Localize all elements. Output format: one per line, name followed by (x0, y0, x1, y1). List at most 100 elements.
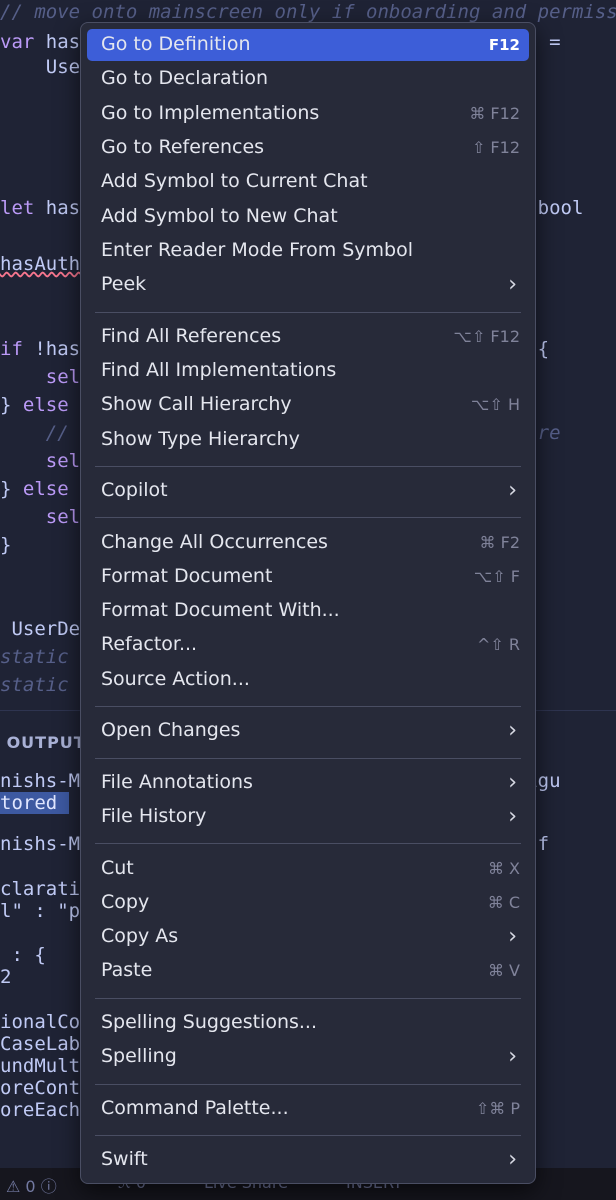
code-line: ionalCon (0, 1010, 92, 1034)
code-line: oreEach (0, 1098, 80, 1122)
menu-separator (95, 706, 521, 708)
menu-item-file-annotations[interactable]: File Annotations › (87, 767, 529, 799)
menu-separator (95, 517, 521, 519)
code-token: static (0, 646, 69, 668)
context-menu: Go to Definition F12 Go to Declaration Go t… (80, 22, 536, 1184)
keyboard-shortcut: ⌥⇧ F12 (453, 326, 521, 346)
menu-item-label: Open Changes (101, 719, 241, 742)
code-line: sel (0, 449, 80, 473)
chevron-right-icon: › (508, 924, 517, 950)
code-line: sel (0, 505, 80, 529)
code-token: if (0, 338, 23, 360)
menu-item-cut[interactable]: Cut ⌘ X (87, 853, 529, 885)
menu-item-label: Show Call Hierarchy (101, 393, 292, 416)
menu-item-go-to-definition[interactable]: Go to Definition F12 (87, 29, 529, 61)
menu-item-file-history[interactable]: File History › (87, 801, 529, 833)
menu-item-peek[interactable]: Peek › (87, 269, 529, 301)
keyboard-shortcut: ⌘ C (487, 892, 520, 912)
code-token: sel (0, 366, 81, 388)
chevron-right-icon: › (508, 1147, 517, 1173)
code-token: oreCont (0, 1077, 81, 1099)
code-line: CaseLabe (0, 1032, 92, 1056)
code-token: // (0, 422, 81, 444)
keyboard-shortcut: ⌘ F12 (469, 103, 520, 123)
menu-item-label: Add Symbol to Current Chat (101, 170, 368, 193)
menu-item-go-to-references[interactable]: Go to References ⇧ F12 (87, 132, 529, 164)
code-line: : { (0, 943, 46, 967)
code-token: // move onto mainscreen only if onboardi… (0, 1, 616, 23)
menu-item-label: Copy As (101, 925, 179, 948)
menu-item-label: Copy (101, 890, 150, 913)
menu-item-label: Format Document (101, 564, 273, 587)
menu-item-go-to-declaration[interactable]: Go to Declaration (87, 63, 529, 95)
menu-item-label: Go to Definition (101, 33, 251, 55)
menu-item-label: File History (101, 805, 207, 827)
code-token: undMult (0, 1055, 81, 1077)
menu-item-label: Show Type Hierarchy (101, 427, 300, 450)
code-line: tored (0, 791, 69, 815)
menu-item-paste[interactable]: Paste ⌘ V (87, 955, 529, 987)
chevron-right-icon: › (508, 718, 517, 744)
menu-separator (95, 997, 521, 999)
menu-item-format-document-with[interactable]: Format Document With... (87, 595, 529, 627)
menu-item-label: File Annotations (101, 770, 253, 793)
code-line: UserDe (0, 617, 80, 641)
code-token: UserDe (0, 618, 81, 640)
code-line: Use (0, 55, 80, 79)
problems-indicator[interactable]: ⚠ 0 ⓘ (6, 1173, 57, 1197)
menu-item-label: Source Action... (101, 667, 250, 690)
menu-item-spelling-suggestions[interactable]: Spelling Suggestions... (87, 1007, 529, 1039)
menu-item-add-symbol-current-chat[interactable]: Add Symbol to Current Chat (87, 166, 529, 198)
code-token: let (0, 197, 35, 219)
code-line: undMult (0, 1054, 80, 1078)
menu-item-go-to-implementations[interactable]: Go to Implementations ⌘ F12 (87, 98, 529, 130)
menu-item-copy[interactable]: Copy ⌘ C (87, 887, 529, 919)
code-line: claratio (0, 877, 92, 901)
menu-item-find-all-references[interactable]: Find All References ⌥⇧ F12 (87, 321, 529, 353)
menu-item-spelling[interactable]: Spelling › (87, 1041, 529, 1073)
menu-item-swift[interactable]: Swift › (87, 1144, 529, 1176)
code-token: 2 (0, 966, 12, 988)
code-line: // move onto mainscreen only if onboardi… (0, 0, 616, 24)
menu-item-add-symbol-new-chat[interactable]: Add Symbol to New Chat (87, 201, 529, 233)
keyboard-shortcut: ⌘ V (487, 961, 520, 981)
menu-item-find-all-implementations[interactable]: Find All Implementations (87, 355, 529, 387)
code-line: oreCont (0, 1076, 80, 1100)
code-token: CaseLabe (0, 1033, 92, 1055)
keyboard-shortcut: ⌘ X (487, 858, 520, 878)
menu-item-source-action[interactable]: Source Action... (87, 664, 529, 696)
code-token: } (0, 394, 23, 416)
code-token: !has (22, 338, 81, 360)
menu-item-label: Go to Implementations (101, 101, 320, 124)
menu-item-show-call-hierarchy[interactable]: Show Call Hierarchy ⌥⇧ H (87, 389, 529, 421)
menu-item-refactor[interactable]: Refactor... ^⇧ R (87, 629, 529, 661)
menu-item-copy-as[interactable]: Copy As › (87, 921, 529, 953)
menu-separator (95, 465, 521, 467)
menu-item-enter-reader-mode[interactable]: Enter Reader Mode From Symbol (87, 235, 529, 267)
code-line: 2 (0, 965, 11, 989)
menu-item-label: Find All Implementations (101, 358, 337, 381)
menu-item-open-changes[interactable]: Open Changes › (87, 715, 529, 747)
menu-separator (95, 757, 521, 759)
menu-item-copilot[interactable]: Copilot › (87, 475, 529, 507)
code-token: hasAuth (0, 253, 81, 275)
chevron-right-icon: › (508, 769, 517, 795)
code-line: } (0, 533, 11, 557)
menu-item-command-palette[interactable]: Command Palette... ⇧⌘ P (87, 1093, 529, 1125)
menu-item-change-all-occurrences[interactable]: Change All Occurrences ⌘ F2 (87, 527, 529, 559)
code-token: } (0, 478, 23, 500)
menu-separator (95, 1083, 521, 1085)
menu-item-label: Swift (101, 1148, 148, 1171)
code-token: has (34, 197, 81, 219)
code-token: claratio (0, 878, 92, 900)
code-token: static (0, 674, 69, 696)
code-token: sel (0, 506, 81, 528)
menu-item-label: Spelling (101, 1045, 177, 1068)
menu-item-label: Cut (101, 856, 134, 879)
code-token: has (34, 31, 81, 53)
code-token: } (0, 534, 12, 556)
code-token: : { (0, 944, 46, 966)
code-token: OUTPUT (0, 733, 86, 752)
menu-item-format-document[interactable]: Format Document ⌥⇧ F (87, 561, 529, 593)
menu-item-show-type-hierarchy[interactable]: Show Type Hierarchy (87, 424, 529, 456)
